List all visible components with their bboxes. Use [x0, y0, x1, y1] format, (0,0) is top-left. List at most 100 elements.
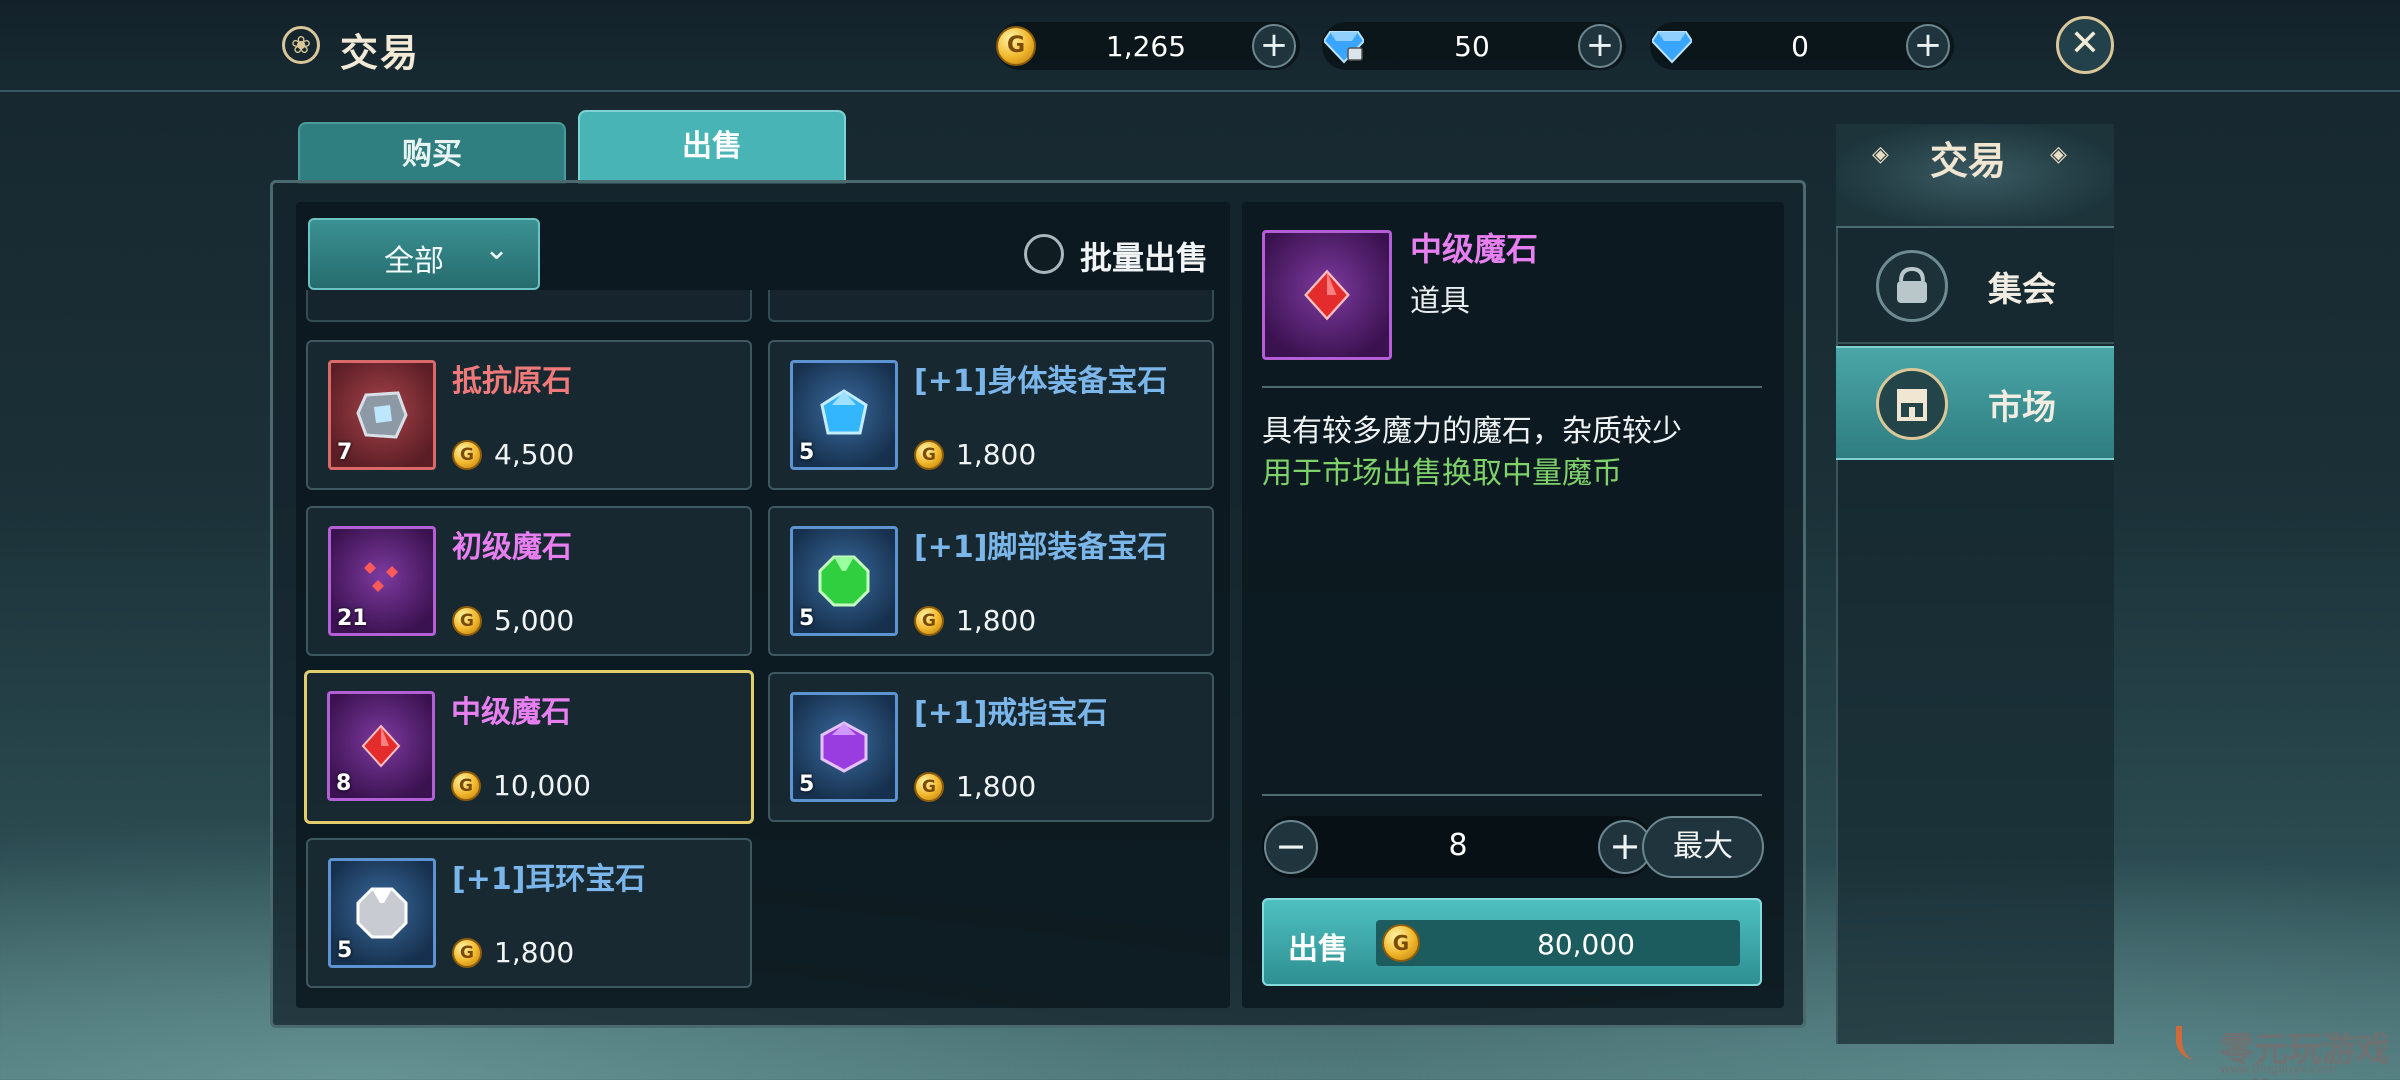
purple-gem-icon — [820, 721, 868, 773]
red-gem-icon — [1304, 269, 1350, 321]
bag-icon — [1876, 250, 1948, 322]
item-quantity: 5 — [799, 440, 815, 465]
earring-gem-icon: 5 — [328, 858, 436, 968]
item-price-value: 1,800 — [494, 936, 575, 969]
batch-sell-label[interactable]: 批量出售 — [1080, 233, 1208, 279]
blue-gem-icon — [820, 389, 868, 435]
ornament-icon: ◈ — [2050, 142, 2067, 167]
detail-description: 具有较多魔力的魔石，杂质较少 — [1262, 414, 1682, 449]
green-gem-icon — [818, 555, 870, 607]
add-locked-diamond-button[interactable]: + — [1578, 24, 1622, 68]
item-price: G 1,800 — [914, 438, 1036, 471]
gold-coin-icon: G — [914, 605, 944, 636]
max-quantity-button[interactable]: 最大 — [1642, 816, 1764, 878]
quantity-value[interactable]: 8 — [1422, 828, 1494, 863]
sidebar-item-market[interactable]: 市场 — [1836, 346, 2114, 460]
list-item[interactable]: 5 [+1]耳环宝石 G 1,800 — [306, 838, 752, 988]
item-price-value: 4,500 — [494, 438, 575, 471]
item-quantity: 7 — [337, 440, 353, 465]
basic-magic-stone-icon: 21 — [328, 526, 436, 636]
item-price: G 1,800 — [914, 604, 1036, 637]
lock-bag-icon — [1897, 266, 1927, 303]
shop-icon — [1876, 368, 1948, 440]
gold-coin-icon: G — [914, 771, 944, 802]
watermark-url: www.0ingliuyx.com www.06zyx.com — [2220, 1062, 2337, 1080]
item-name: [+1]脚部装备宝石 — [914, 530, 1168, 565]
sell-label: 出售 — [1288, 932, 1348, 967]
decrease-button[interactable]: − — [1264, 820, 1318, 874]
item-price: G 4,500 — [452, 438, 574, 471]
list-item-selected[interactable]: 8 中级魔石 G 10,000 — [304, 670, 754, 824]
sell-button[interactable]: 出售 80,000 G — [1262, 898, 1762, 986]
page-title: 交易 — [340, 31, 421, 75]
resist-ore-icon: 7 — [328, 360, 436, 470]
detail-item-icon — [1262, 230, 1392, 360]
item-name: 中级魔石 — [451, 695, 571, 730]
filter-label: 全部 — [384, 244, 444, 279]
item-name: [+1]耳环宝石 — [452, 862, 646, 897]
item-price-value: 1,800 — [956, 604, 1037, 637]
item-price-value: 1,800 — [956, 770, 1037, 803]
ring-gem-icon: 5 — [790, 692, 898, 802]
side-nav-title: 交易 — [1930, 139, 2007, 183]
quantity-stepper: − 8 + — [1262, 816, 1654, 878]
foot-gem-icon: 5 — [790, 526, 898, 636]
small-red-gems-icon — [364, 562, 398, 592]
sidebar-item-label: 市场 — [1988, 388, 2056, 428]
locked-diamond-counter: 50 + — [1322, 22, 1626, 70]
sell-total-bar: 80,000 — [1376, 920, 1740, 966]
item-quantity: 8 — [336, 771, 352, 796]
gold-coin-icon: G — [452, 439, 482, 470]
gold-coin-icon: G — [451, 770, 481, 801]
add-gold-button[interactable]: + — [1252, 24, 1296, 68]
sell-total-value: 80,000 — [1537, 928, 1635, 961]
white-gem-icon — [356, 887, 408, 939]
item-name: [+1]戒指宝石 — [914, 696, 1108, 731]
locked-diamond-value: 50 — [1454, 30, 1490, 63]
divider — [1262, 794, 1762, 796]
list-item[interactable]: 5 [+1]身体装备宝石 G 1,800 — [768, 340, 1214, 490]
sidebar-item-label: 集会 — [1988, 270, 2056, 310]
tab-sell[interactable]: 出售 — [578, 110, 846, 184]
add-diamond-button[interactable]: + — [1906, 24, 1950, 68]
body-gem-icon: 5 — [790, 360, 898, 470]
watermark-logo-icon — [2176, 1026, 2206, 1060]
item-price-value: 10,000 — [493, 769, 591, 802]
detail-usage: 用于市场出售换取中量魔币 — [1262, 456, 1622, 491]
diamond-counter: 0 + — [1650, 22, 1954, 70]
stall-icon — [1897, 389, 1927, 421]
red-gem-icon — [361, 724, 401, 768]
gold-counter: G 1,265 + — [996, 22, 1300, 70]
item-name: 抵抗原石 — [452, 364, 572, 399]
list-item[interactable]: 5 [+1]脚部装备宝石 G 1,800 — [768, 506, 1214, 656]
gold-coin-icon: G — [914, 439, 944, 470]
item-quantity: 5 — [799, 606, 815, 631]
sidebar-item-gathering[interactable]: 集会 — [1836, 230, 2114, 344]
trade-icon: ❀ — [282, 26, 320, 64]
item-quantity: 21 — [337, 606, 368, 631]
detail-item-type: 道具 — [1410, 284, 1470, 319]
diamond-icon — [1652, 31, 1692, 64]
item-price: G 1,800 — [914, 770, 1036, 803]
batch-sell-radio[interactable] — [1024, 234, 1064, 274]
item-price: G 10,000 — [451, 769, 591, 802]
stone-icon — [356, 391, 408, 439]
list-item[interactable]: 21 初级魔石 G 5,000 — [306, 506, 752, 656]
tab-buy[interactable]: 购买 — [298, 122, 566, 184]
list-item[interactable]: 5 [+1]戒指宝石 G 1,800 — [768, 672, 1214, 822]
list-item[interactable]: 7 抵抗原石 G 4,500 — [306, 340, 752, 490]
item-price: G 1,800 — [452, 936, 574, 969]
chevron-down-icon: ⌄ — [484, 232, 510, 267]
gold-coin-icon: G — [452, 937, 482, 968]
item-quantity: 5 — [337, 938, 353, 963]
diamond-value: 0 — [1791, 30, 1809, 63]
close-icon[interactable]: ✕ — [2056, 16, 2114, 74]
list-item-partial — [306, 290, 752, 322]
item-name: [+1]身体装备宝石 — [914, 364, 1168, 399]
item-quantity: 5 — [799, 772, 815, 797]
gold-coin-icon: G — [1382, 924, 1420, 962]
divider — [1262, 386, 1762, 388]
item-price: G 5,000 — [452, 604, 574, 637]
category-filter-dropdown[interactable]: 全部 ⌄ — [308, 218, 540, 290]
detail-item-name: 中级魔石 — [1410, 230, 1539, 268]
